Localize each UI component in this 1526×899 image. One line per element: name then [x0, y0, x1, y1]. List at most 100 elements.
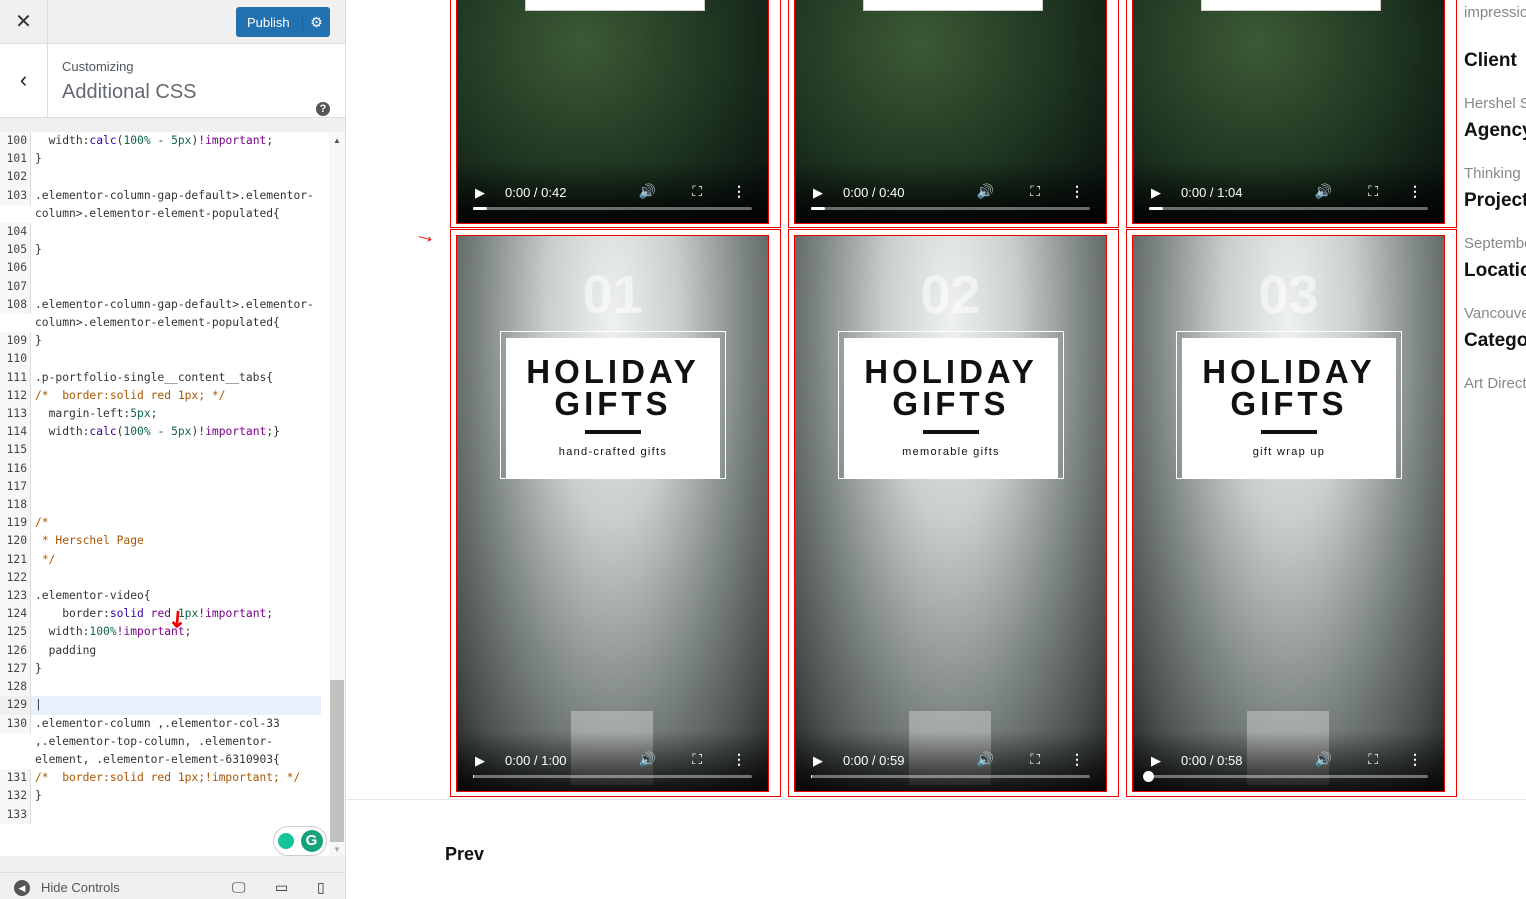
gear-icon[interactable]: ⚙ [302, 13, 330, 31]
play-icon[interactable]: ▶ [475, 753, 485, 769]
code-line[interactable]: 101} [0, 150, 329, 169]
code-line[interactable]: 105} [0, 241, 329, 260]
fullscreen-icon[interactable]: ⛶ [692, 751, 702, 768]
code-line[interactable]: 112 /* border:solid red 1px; */ [0, 386, 329, 406]
video-player[interactable]: 03 HOLIDAY GIFTS gift wrap up ▶ 0:00 / 0… [1132, 235, 1445, 792]
code-line[interactable]: 133 [0, 805, 329, 824]
more-options-icon[interactable]: ⋮ [1408, 751, 1422, 768]
code-line[interactable]: 108 .elementor-column-gap-default>.elemen… [0, 295, 329, 332]
line-number: 100 [0, 132, 31, 151]
video-player[interactable]: 01 HOLIDAY GIFTS hand-crafted gifts ▶ 0:… [456, 235, 769, 792]
code-line[interactable]: 121 */ [0, 550, 329, 569]
play-icon[interactable]: ▶ [1151, 185, 1161, 201]
publish-button[interactable]: Publish ⚙ [236, 7, 330, 37]
title-underline [1261, 430, 1317, 434]
lightbulb-icon[interactable] [277, 833, 294, 849]
more-options-icon[interactable]: ⋮ [732, 751, 746, 768]
volume-icon[interactable]: 🔊 [639, 183, 656, 200]
code-line[interactable]: 122 [0, 568, 329, 588]
detail-label: Project [1464, 190, 1526, 211]
code-line[interactable]: 110 [0, 350, 329, 369]
code-line[interactable]: 120 * Herschel Page [0, 532, 329, 551]
code-line[interactable]: 114 width:calc(100% - 5px)!important;} [0, 423, 329, 442]
volume-icon[interactable]: 🔊 [1315, 751, 1332, 768]
scroll-up-icon[interactable]: ▲ [333, 136, 341, 145]
more-options-icon[interactable]: ⋮ [1408, 183, 1422, 200]
play-icon[interactable]: ▶ [813, 753, 823, 769]
code-line[interactable]: 125 width:100%!important; [0, 623, 329, 642]
prev-link[interactable]: Prev [445, 844, 484, 865]
play-icon[interactable]: ▶ [1151, 753, 1161, 769]
code-line[interactable]: 132} [0, 787, 329, 806]
code-line[interactable]: 106 [0, 259, 329, 278]
fullscreen-icon[interactable]: ⛶ [1368, 751, 1378, 768]
scroll-down-icon[interactable]: ▼ [333, 845, 341, 854]
volume-icon[interactable]: 🔊 [639, 751, 656, 768]
code-token: 100% [123, 425, 151, 439]
editor-scrollbar[interactable]: ▲ ▼ [329, 132, 345, 856]
help-icon[interactable]: ? [316, 102, 330, 116]
code-line[interactable]: 103 .elementor-column-gap-default>.elemen… [0, 186, 329, 223]
fullscreen-icon[interactable]: ⛶ [1368, 183, 1378, 200]
fullscreen-icon[interactable]: ⛶ [1030, 751, 1040, 768]
video-progress-bar[interactable] [811, 775, 1090, 778]
video-player[interactable]: ▶ 0:00 / 0:42 🔊 ⛶ ⋮ [456, 0, 769, 224]
code-line[interactable]: 126 padding [0, 641, 329, 660]
video-progress-bar[interactable] [1143, 771, 1428, 782]
code-line[interactable]: 130 .elementor-column ,.elementor-col-33 … [0, 714, 329, 770]
code-line[interactable]: 123 .elementor-video{ [0, 587, 329, 606]
more-options-icon[interactable]: ⋮ [732, 183, 746, 200]
video-player[interactable]: 02 HOLIDAY GIFTS memorable gifts ▶ 0:00 … [794, 235, 1107, 792]
css-code-editor[interactable]: 100 width:calc(100% - 5px)!important; 101… [0, 132, 329, 856]
code-text: */ [31, 551, 321, 569]
code-token: ; [266, 607, 274, 621]
video-progress-bar[interactable] [811, 207, 1090, 210]
volume-icon[interactable]: 🔊 [1315, 183, 1332, 200]
line-number: 121 [0, 550, 31, 569]
code-line[interactable]: 107 [0, 277, 329, 296]
fullscreen-icon[interactable]: ⛶ [1030, 183, 1040, 200]
video-progress-bar[interactable] [1149, 207, 1428, 210]
hide-controls-button[interactable]: Hide Controls [41, 880, 120, 895]
code-line[interactable]: 102 [0, 168, 329, 187]
code-line[interactable]: 111 .p-portfolio-single__content__tabs{ [0, 368, 329, 387]
code-line[interactable]: 131 /* border:solid red 1px;!important; *… [0, 769, 329, 788]
code-line[interactable]: 100 width:calc(100% - 5px)!important; [0, 132, 329, 151]
collapse-icon[interactable]: ◀ [14, 880, 30, 896]
chevron-left-icon[interactable]: ‹ [0, 44, 48, 117]
tablet-icon[interactable]: ▭ [275, 879, 288, 896]
desktop-icon[interactable]: 🖵 [232, 879, 246, 896]
volume-icon[interactable]: 🔊 [977, 751, 994, 768]
video-player[interactable]: ▶ 0:00 / 0:40 🔊 ⛶ ⋮ [794, 0, 1107, 224]
progress-knob[interactable] [1143, 771, 1154, 782]
code-line[interactable]: 128 [0, 678, 329, 697]
code-line[interactable]: 118 [0, 496, 329, 515]
video-player[interactable]: ▶ 0:00 / 1:04 🔊 ⛶ ⋮ [1132, 0, 1445, 224]
grammarly-widget[interactable]: G [273, 826, 327, 856]
more-options-icon[interactable]: ⋮ [1070, 751, 1084, 768]
play-icon[interactable]: ▶ [475, 185, 485, 201]
play-icon[interactable]: ▶ [813, 185, 823, 201]
video-progress-bar[interactable] [473, 207, 752, 210]
mobile-icon[interactable]: ▯ [317, 879, 325, 896]
code-line[interactable]: 116 [0, 459, 329, 478]
code-line[interactable]: 129 | [0, 696, 329, 715]
code-line[interactable]: 117 [0, 477, 329, 497]
code-token: width: [35, 134, 90, 147]
code-line[interactable]: 119 /* [0, 514, 329, 533]
more-options-icon[interactable]: ⋮ [1070, 183, 1084, 200]
video-progress-bar[interactable] [473, 775, 752, 778]
code-line[interactable]: 109} [0, 332, 329, 351]
code-line[interactable]: 104 [0, 223, 329, 242]
code-line[interactable]: 113 margin-left:5px; [0, 405, 329, 424]
grammarly-icon[interactable]: G [300, 830, 323, 852]
code-line[interactable]: 127} [0, 659, 329, 679]
volume-icon[interactable]: 🔊 [977, 183, 994, 200]
close-icon[interactable]: ✕ [0, 0, 48, 44]
code-line[interactable]: 115 [0, 441, 329, 460]
fullscreen-icon[interactable]: ⛶ [692, 183, 702, 200]
code-token: } [35, 152, 42, 166]
scrollbar-thumb[interactable] [330, 680, 344, 842]
